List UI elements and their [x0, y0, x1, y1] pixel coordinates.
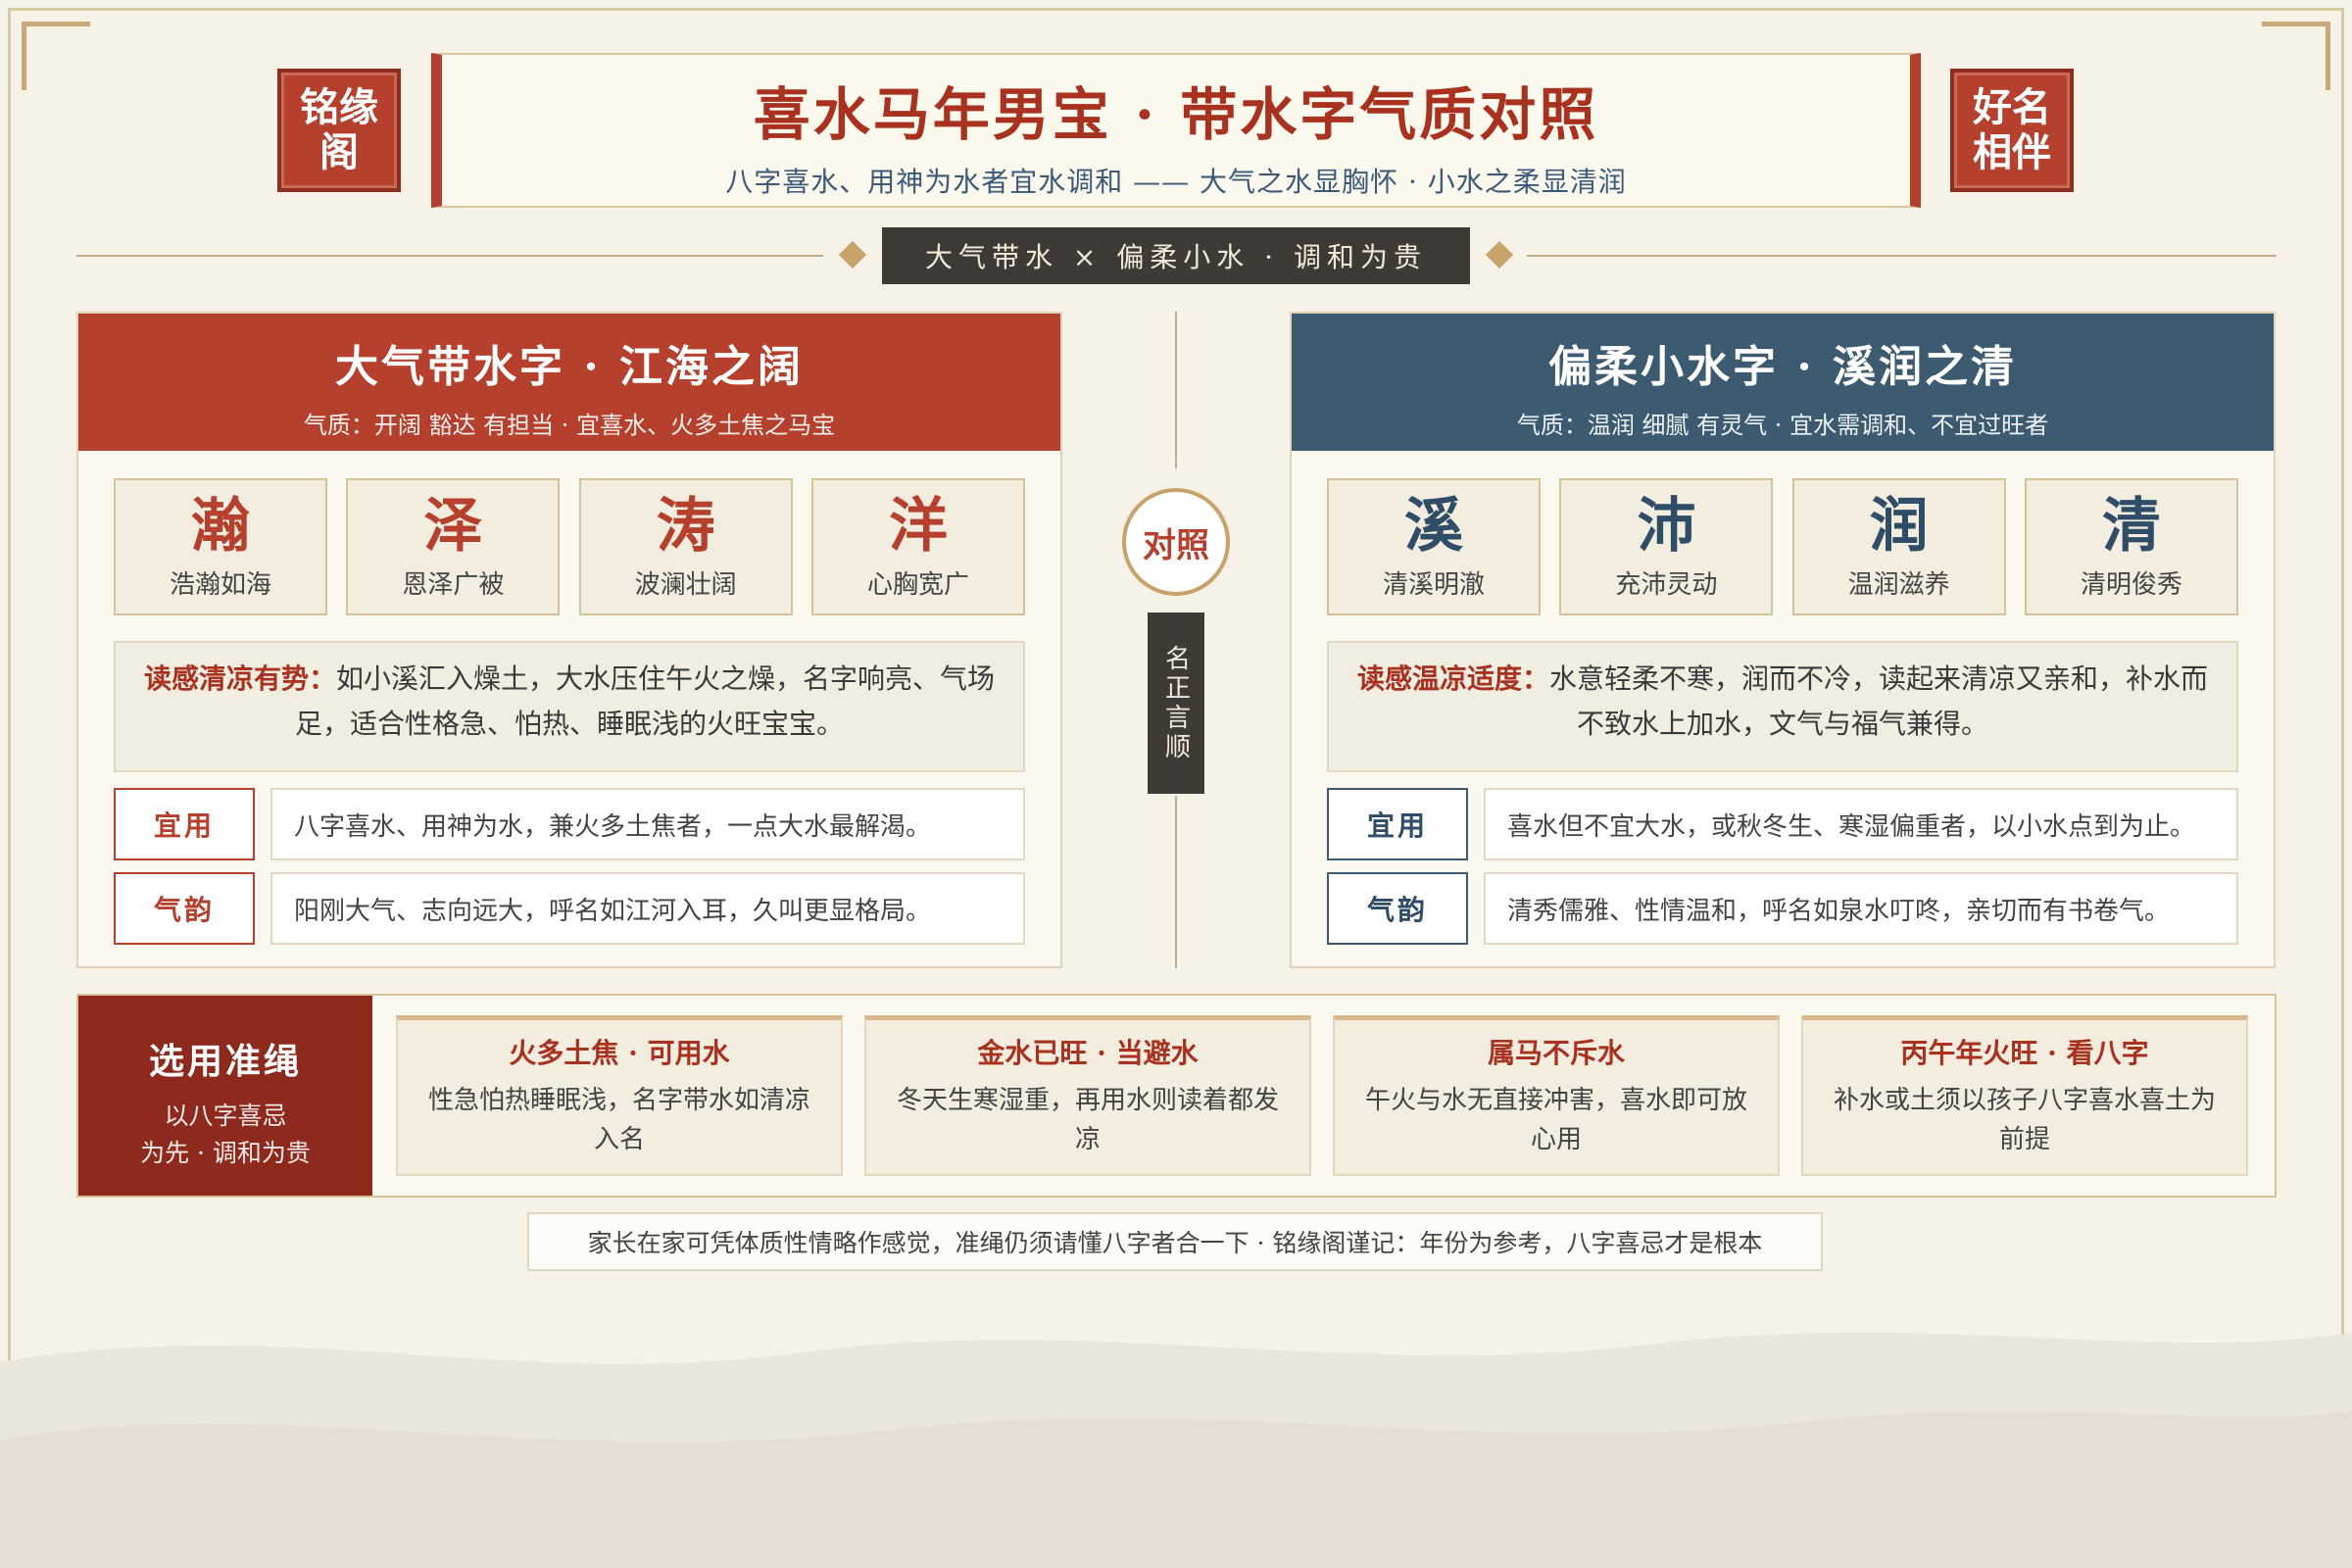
char-glyph: 泽 [423, 492, 483, 561]
reading-description: 读感清凉有势：如小溪汇入燥土，大水压住午火之燥，名字响亮、气场足，适合性格急、怕… [114, 641, 1025, 772]
char-card: 溪 清溪明澈 [1327, 478, 1541, 615]
compare-circle: 对照 [1122, 488, 1230, 596]
panel-header: 偏柔小水字 · 溪润之清 气质：温润 细腻 有灵气 · 宜水需调和、不宜过旺者 [1292, 314, 2274, 451]
row-text: 八字喜水、用神为水，兼火多土焦者，一点大水最解渴。 [270, 788, 1025, 860]
description-text: 水意轻柔不寒，润而不冷，读起来清凉又亲和，补水而不致水上加水，文气与福气兼得。 [1549, 662, 2209, 740]
row-label: 宜用 [114, 788, 255, 860]
criteria-card-text: 补水或土须以孩子八字喜水喜土为前提 [1833, 1086, 2216, 1154]
char-glyph: 涛 [656, 492, 715, 561]
title-banner: 喜水马年男宝 · 带水字气质对照 八字喜水、用神为水者宜水调和 —— 大气之水显… [431, 53, 1921, 208]
panel-subtitle: 气质：开阔 豁达 有担当 · 宜喜水、火多土焦之马宝 [303, 412, 836, 439]
panel-small-water: 偏柔小水字 · 溪润之清 气质：温润 细腻 有灵气 · 宜水需调和、不宜过旺者 … [1290, 312, 2276, 968]
suitability-row: 宜用 八字喜水、用神为水，兼火多土焦者，一点大水最解渴。 [114, 788, 1025, 860]
suitability-row: 宜用 喜水但不宜大水，或秋冬生、寒湿偏重者，以小水点到为止。 [1327, 788, 2238, 860]
char-cards: 瀚 浩瀚如海 泽 恩泽广被 涛 波澜壮阔 洋 心胸宽广 [114, 478, 1025, 615]
panel-title: 偏柔小水字 · 溪润之清 [1548, 342, 2017, 392]
criteria-card-text: 性急怕热睡眠浅，名字带水如清凉入名 [427, 1086, 810, 1154]
row-text: 阳刚大气、志向远大，呼名如江河入耳，久叫更显格局。 [270, 872, 1025, 945]
corner-ornament-top-left [22, 22, 90, 90]
criteria-card-text: 冬天生寒湿重，再用水则读着都发凉 [896, 1086, 1279, 1154]
char-card: 泽 恩泽广被 [346, 478, 561, 615]
char-card: 清 清明俊秀 [2024, 478, 2238, 615]
panel-title: 大气带水字 · 江海之阔 [335, 342, 804, 392]
seal-left-text: 铭缘阁 [300, 84, 378, 175]
char-phrase: 浩瀚如海 [169, 570, 271, 600]
center-tag: 大气带水 × 偏柔小水 · 调和为贵 [882, 227, 1470, 284]
char-phrase: 清溪明澈 [1382, 570, 1485, 600]
panel-big-water: 大气带水字 · 江海之阔 气质：开阔 豁达 有担当 · 宜喜水、火多土焦之马宝 … [76, 312, 1062, 968]
char-glyph: 瀚 [191, 492, 250, 561]
char-card: 涛 波澜壮阔 [578, 478, 793, 615]
criteria-subtitle-line: 为先 · 调和为贵 [140, 1139, 311, 1167]
description-label: 读感清凉有势： [143, 662, 336, 695]
seal-right: 好名相伴 [1950, 69, 2074, 192]
vertical-tag: 名正言顺 [1148, 612, 1204, 794]
row-text: 清秀儒雅、性情温和，呼名如泉水叮咚，亲切而有书卷气。 [1484, 872, 2238, 945]
footnote: 家长在家可凭体质性情略作感觉，准绳仍须请懂八字者合一下 · 铭缘阁谨记：年份为参… [527, 1212, 1823, 1271]
criteria-section: 选用准绳 以八字喜忌 为先 · 调和为贵 火多土焦 · 可用水 性急怕热睡眠浅，… [76, 994, 2277, 1198]
criteria-header: 选用准绳 以八字喜忌 为先 · 调和为贵 [78, 996, 372, 1196]
panel-header: 大气带水字 · 江海之阔 气质：开阔 豁达 有担当 · 宜喜水、火多土焦之马宝 [78, 314, 1060, 451]
corner-ornament-top-right [2262, 22, 2330, 90]
char-phrase: 清明俊秀 [2080, 570, 2182, 600]
description-label: 读感温凉适度： [1356, 662, 1549, 695]
divider-left [76, 255, 823, 257]
criteria-card: 属马不斥水 午火与水无直接冲害，喜水即可放心用 [1333, 1015, 1780, 1176]
char-glyph: 洋 [888, 492, 948, 561]
description-text: 如小溪汇入燥土，大水压住午火之燥，名字响亮、气场足，适合性格急、怕热、睡眠浅的火… [294, 662, 996, 740]
char-phrase: 恩泽广被 [402, 570, 505, 600]
divider-right [1527, 255, 2277, 257]
row-label: 气韵 [1327, 872, 1468, 945]
char-phrase: 心胸宽广 [866, 570, 969, 600]
temperament-row: 气韵 清秀儒雅、性情温和，呼名如泉水叮咚，亲切而有书卷气。 [1327, 872, 2238, 945]
criteria-card-title: 属马不斥水 [1487, 1037, 1625, 1069]
criteria-card-title: 金水已旺 · 当避水 [977, 1037, 1199, 1069]
center-line-bottom [1175, 796, 1177, 968]
criteria-card: 金水已旺 · 当避水 冬天生寒湿重，再用水则读着都发凉 [864, 1015, 1311, 1176]
criteria-card-title: 丙午年火旺 · 看八字 [1900, 1037, 2149, 1069]
reading-description: 读感温凉适度：水意轻柔不寒，润而不冷，读起来清凉又亲和，补水而不致水上加水，文气… [1327, 641, 2238, 772]
char-glyph: 清 [2101, 492, 2161, 561]
criteria-card-title: 火多土焦 · 可用水 [509, 1037, 730, 1069]
char-glyph: 润 [1869, 492, 1929, 561]
seal-right-text: 好名相伴 [1973, 84, 2051, 175]
criteria-subtitle: 以八字喜忌 为先 · 调和为贵 [78, 1098, 372, 1172]
page-title: 喜水马年男宝 · 带水字气质对照 [753, 81, 1599, 148]
char-card: 润 温润滋养 [1791, 478, 2006, 615]
char-phrase: 充沛灵动 [1615, 570, 1718, 600]
row-label: 气韵 [114, 872, 255, 945]
center-line-top [1175, 312, 1177, 468]
char-card: 沛 充沛灵动 [1559, 478, 1774, 615]
page-subtitle: 八字喜水、用神为水者宜水调和 —— 大气之水显胸怀 · 小水之柔显清润 [725, 166, 1627, 198]
char-card: 瀚 浩瀚如海 [114, 478, 327, 615]
background-hills [0, 1333, 2352, 1568]
criteria-card-text: 午火与水无直接冲害，喜水即可放心用 [1364, 1086, 1747, 1154]
criteria-subtitle-line: 以八字喜忌 [164, 1102, 287, 1130]
char-cards: 溪 清溪明澈 沛 充沛灵动 润 温润滋养 清 清明俊秀 [1327, 478, 2238, 615]
seal-left: 铭缘阁 [277, 69, 401, 192]
criteria-card: 火多土焦 · 可用水 性急怕热睡眠浅，名字带水如清凉入名 [396, 1015, 843, 1176]
temperament-row: 气韵 阳刚大气、志向远大，呼名如江河入耳，久叫更显格局。 [114, 872, 1025, 945]
char-phrase: 波澜壮阔 [634, 570, 737, 600]
char-card: 洋 心胸宽广 [810, 478, 1025, 615]
char-glyph: 沛 [1637, 492, 1696, 561]
criteria-title: 选用准绳 [148, 1041, 302, 1082]
panel-subtitle: 气质：温润 细腻 有灵气 · 宜水需调和、不宜过旺者 [1516, 412, 2049, 439]
char-glyph: 溪 [1404, 492, 1463, 561]
row-label: 宜用 [1327, 788, 1468, 860]
criteria-card: 丙午年火旺 · 看八字 补水或土须以孩子八字喜水喜土为前提 [1801, 1015, 2248, 1176]
row-text: 喜水但不宜大水，或秋冬生、寒湿偏重者，以小水点到为止。 [1484, 788, 2238, 860]
char-phrase: 温润滋养 [1847, 570, 1950, 600]
